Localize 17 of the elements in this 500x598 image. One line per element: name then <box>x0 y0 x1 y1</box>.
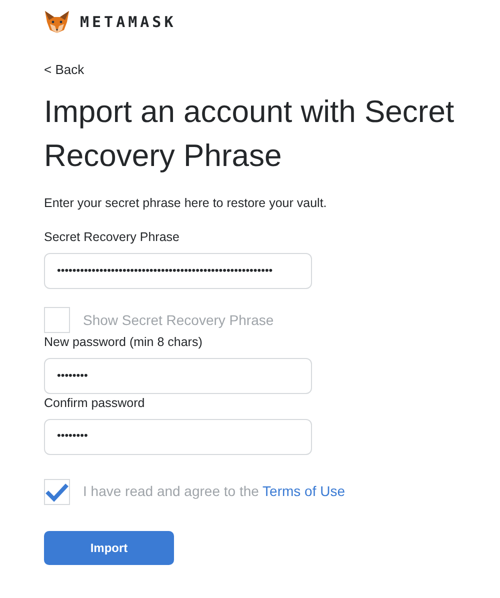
checkbox[interactable] <box>44 307 70 333</box>
checkbox[interactable] <box>44 478 70 504</box>
field-label: Confirm password <box>44 394 146 412</box>
checkbox-label: Show Secret Recovery Phrase <box>83 310 274 330</box>
brand-name: METAMASK <box>80 12 176 33</box>
back-link[interactable]: < Back <box>44 60 84 80</box>
import-button[interactable]: Import <box>44 530 174 564</box>
description-text: Enter your secret phrase here to restore your vault. <box>44 194 328 212</box>
agreement-text: I have read and agree to the Terms of Use <box>83 482 346 501</box>
fox-logo-icon <box>44 10 70 34</box>
page-title: Import an account with Secret Recovery Phrase <box>44 92 456 174</box>
terms-link[interactable]: Terms of Use <box>262 483 346 499</box>
field-label: New password (min 8 chars) <box>44 334 204 351</box>
password-field[interactable]: •••••••• <box>44 418 312 454</box>
password-field[interactable]: •••••••• <box>44 358 312 394</box>
password-field[interactable]: •••••••••••••••••••••••••••••••••••••••••••••••••••••••• <box>44 253 312 289</box>
field-label: Secret Recovery Phrase <box>44 229 180 246</box>
